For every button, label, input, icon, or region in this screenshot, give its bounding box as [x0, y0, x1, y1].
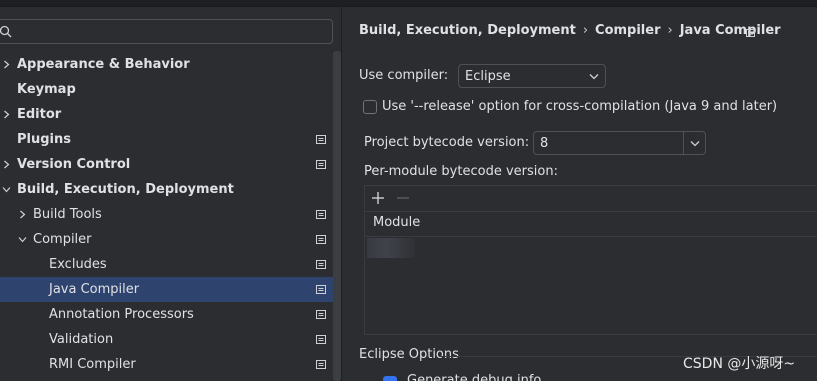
compiler-select[interactable]: Eclipse — [458, 64, 606, 88]
settings-content: Build, Execution, Deployment › Compiler › Ja… — [343, 7, 817, 381]
settings-sidebar: Appearance & Behavior Keymap Editor Plugins… — [0, 7, 342, 381]
bytecode-version-label: Project bytecode version: — [364, 135, 530, 150]
sidebar-item[interactable]: Plugins — [0, 127, 333, 152]
sidebar-item[interactable]: Appearance & Behavior — [0, 52, 333, 77]
sidebar-item[interactable]: Version Control — [0, 152, 333, 177]
sidebar-item-label: Editor — [17, 107, 62, 122]
sidebar-item[interactable]: Java Compiler — [0, 277, 333, 302]
remove-icon[interactable] — [396, 191, 410, 205]
chevron-right-icon[interactable] — [18, 210, 27, 219]
breadcrumb-item[interactable]: Build, Execution, Deployment — [359, 23, 576, 38]
project-scope-icon — [316, 360, 326, 369]
window-top-strip — [0, 0, 817, 7]
project-scope-icon — [316, 335, 326, 344]
chevron-down-icon[interactable] — [18, 235, 27, 244]
sidebar-item-label: Plugins — [17, 132, 71, 147]
bytecode-version-value: 8 — [540, 136, 549, 151]
project-scope-icon — [316, 260, 326, 269]
sidebar-item[interactable]: Compiler — [0, 227, 333, 252]
sidebar-item[interactable]: Keymap — [0, 77, 333, 102]
breadcrumb-separator: › — [667, 23, 673, 38]
breadcrumb-item: Java Compiler — [679, 23, 781, 38]
sidebar-item[interactable]: Editor — [0, 102, 333, 127]
settings-tree: Appearance & Behavior Keymap Editor Plugins… — [0, 52, 333, 377]
sidebar-item-label: Compiler — [33, 232, 92, 247]
table-header: Module — [365, 212, 817, 237]
sidebar-item-label: Excludes — [49, 257, 107, 272]
sidebar-item[interactable]: Build, Execution, Deployment — [0, 177, 333, 202]
chevron-right-icon[interactable] — [2, 160, 11, 169]
eclipse-option-label: Generate debug info — [407, 373, 542, 381]
per-module-table: Module — [364, 185, 817, 335]
add-icon[interactable] — [371, 191, 385, 205]
chevron-right-icon[interactable] — [2, 110, 11, 119]
sidebar-item-label: Java Compiler — [49, 282, 140, 297]
project-scope-icon — [316, 285, 326, 294]
sidebar-item[interactable]: RMI Compiler — [0, 352, 333, 377]
release-option-label: Use '--release' option for cross-compila… — [382, 99, 778, 114]
sidebar-item[interactable]: Annotation Processors — [0, 302, 333, 327]
bytecode-version-select[interactable]: 8 — [533, 131, 706, 155]
eclipse-options-header: Eclipse Options — [359, 347, 459, 362]
chevron-down-icon[interactable] — [2, 185, 11, 194]
compiler-select-value: Eclipse — [465, 69, 511, 84]
project-scope-icon — [746, 29, 755, 37]
sidebar-item-label: Annotation Processors — [49, 307, 194, 322]
search-input[interactable] — [0, 19, 333, 44]
breadcrumb-separator: › — [582, 23, 589, 38]
project-scope-icon — [316, 310, 326, 319]
chevron-right-icon[interactable] — [2, 60, 11, 69]
project-scope-icon — [316, 235, 326, 244]
sidebar-item-label: Version Control — [17, 157, 131, 172]
sidebar-item[interactable]: Validation — [0, 327, 333, 352]
sidebar-item-label: Validation — [49, 332, 114, 347]
chevron-down-icon — [690, 141, 700, 147]
per-module-label: Per-module bytecode version: — [364, 164, 558, 179]
sidebar-item-label: Build Tools — [33, 207, 102, 222]
module-column-header[interactable]: Module — [373, 215, 420, 230]
sidebar-item[interactable]: Excludes — [0, 252, 333, 277]
search-icon — [0, 25, 12, 38]
breadcrumb: Build, Execution, Deployment › Compiler › Ja… — [359, 23, 781, 38]
eclipse-option-checkbox[interactable] — [383, 376, 397, 381]
chevron-down-icon — [589, 74, 599, 80]
sidebar-item-label: RMI Compiler — [49, 357, 136, 372]
project-scope-icon — [316, 135, 326, 144]
sidebar-item-label: Keymap — [17, 82, 76, 97]
breadcrumb-item[interactable]: Compiler — [595, 23, 660, 38]
sidebar-scrollbar[interactable] — [333, 51, 341, 381]
table-toolbar — [365, 186, 817, 212]
blurred-row — [367, 238, 415, 258]
project-scope-icon — [316, 160, 326, 169]
sidebar-item-label: Build, Execution, Deployment — [17, 182, 234, 197]
sidebar-item[interactable]: Build Tools — [0, 202, 333, 227]
watermark: CSDN @小源呀~ — [683, 356, 796, 372]
combo-divider — [683, 132, 684, 154]
project-scope-icon — [316, 210, 326, 219]
use-compiler-label: Use compiler: — [359, 68, 449, 83]
release-option-checkbox[interactable] — [363, 100, 377, 114]
sidebar-item-label: Appearance & Behavior — [17, 57, 190, 72]
